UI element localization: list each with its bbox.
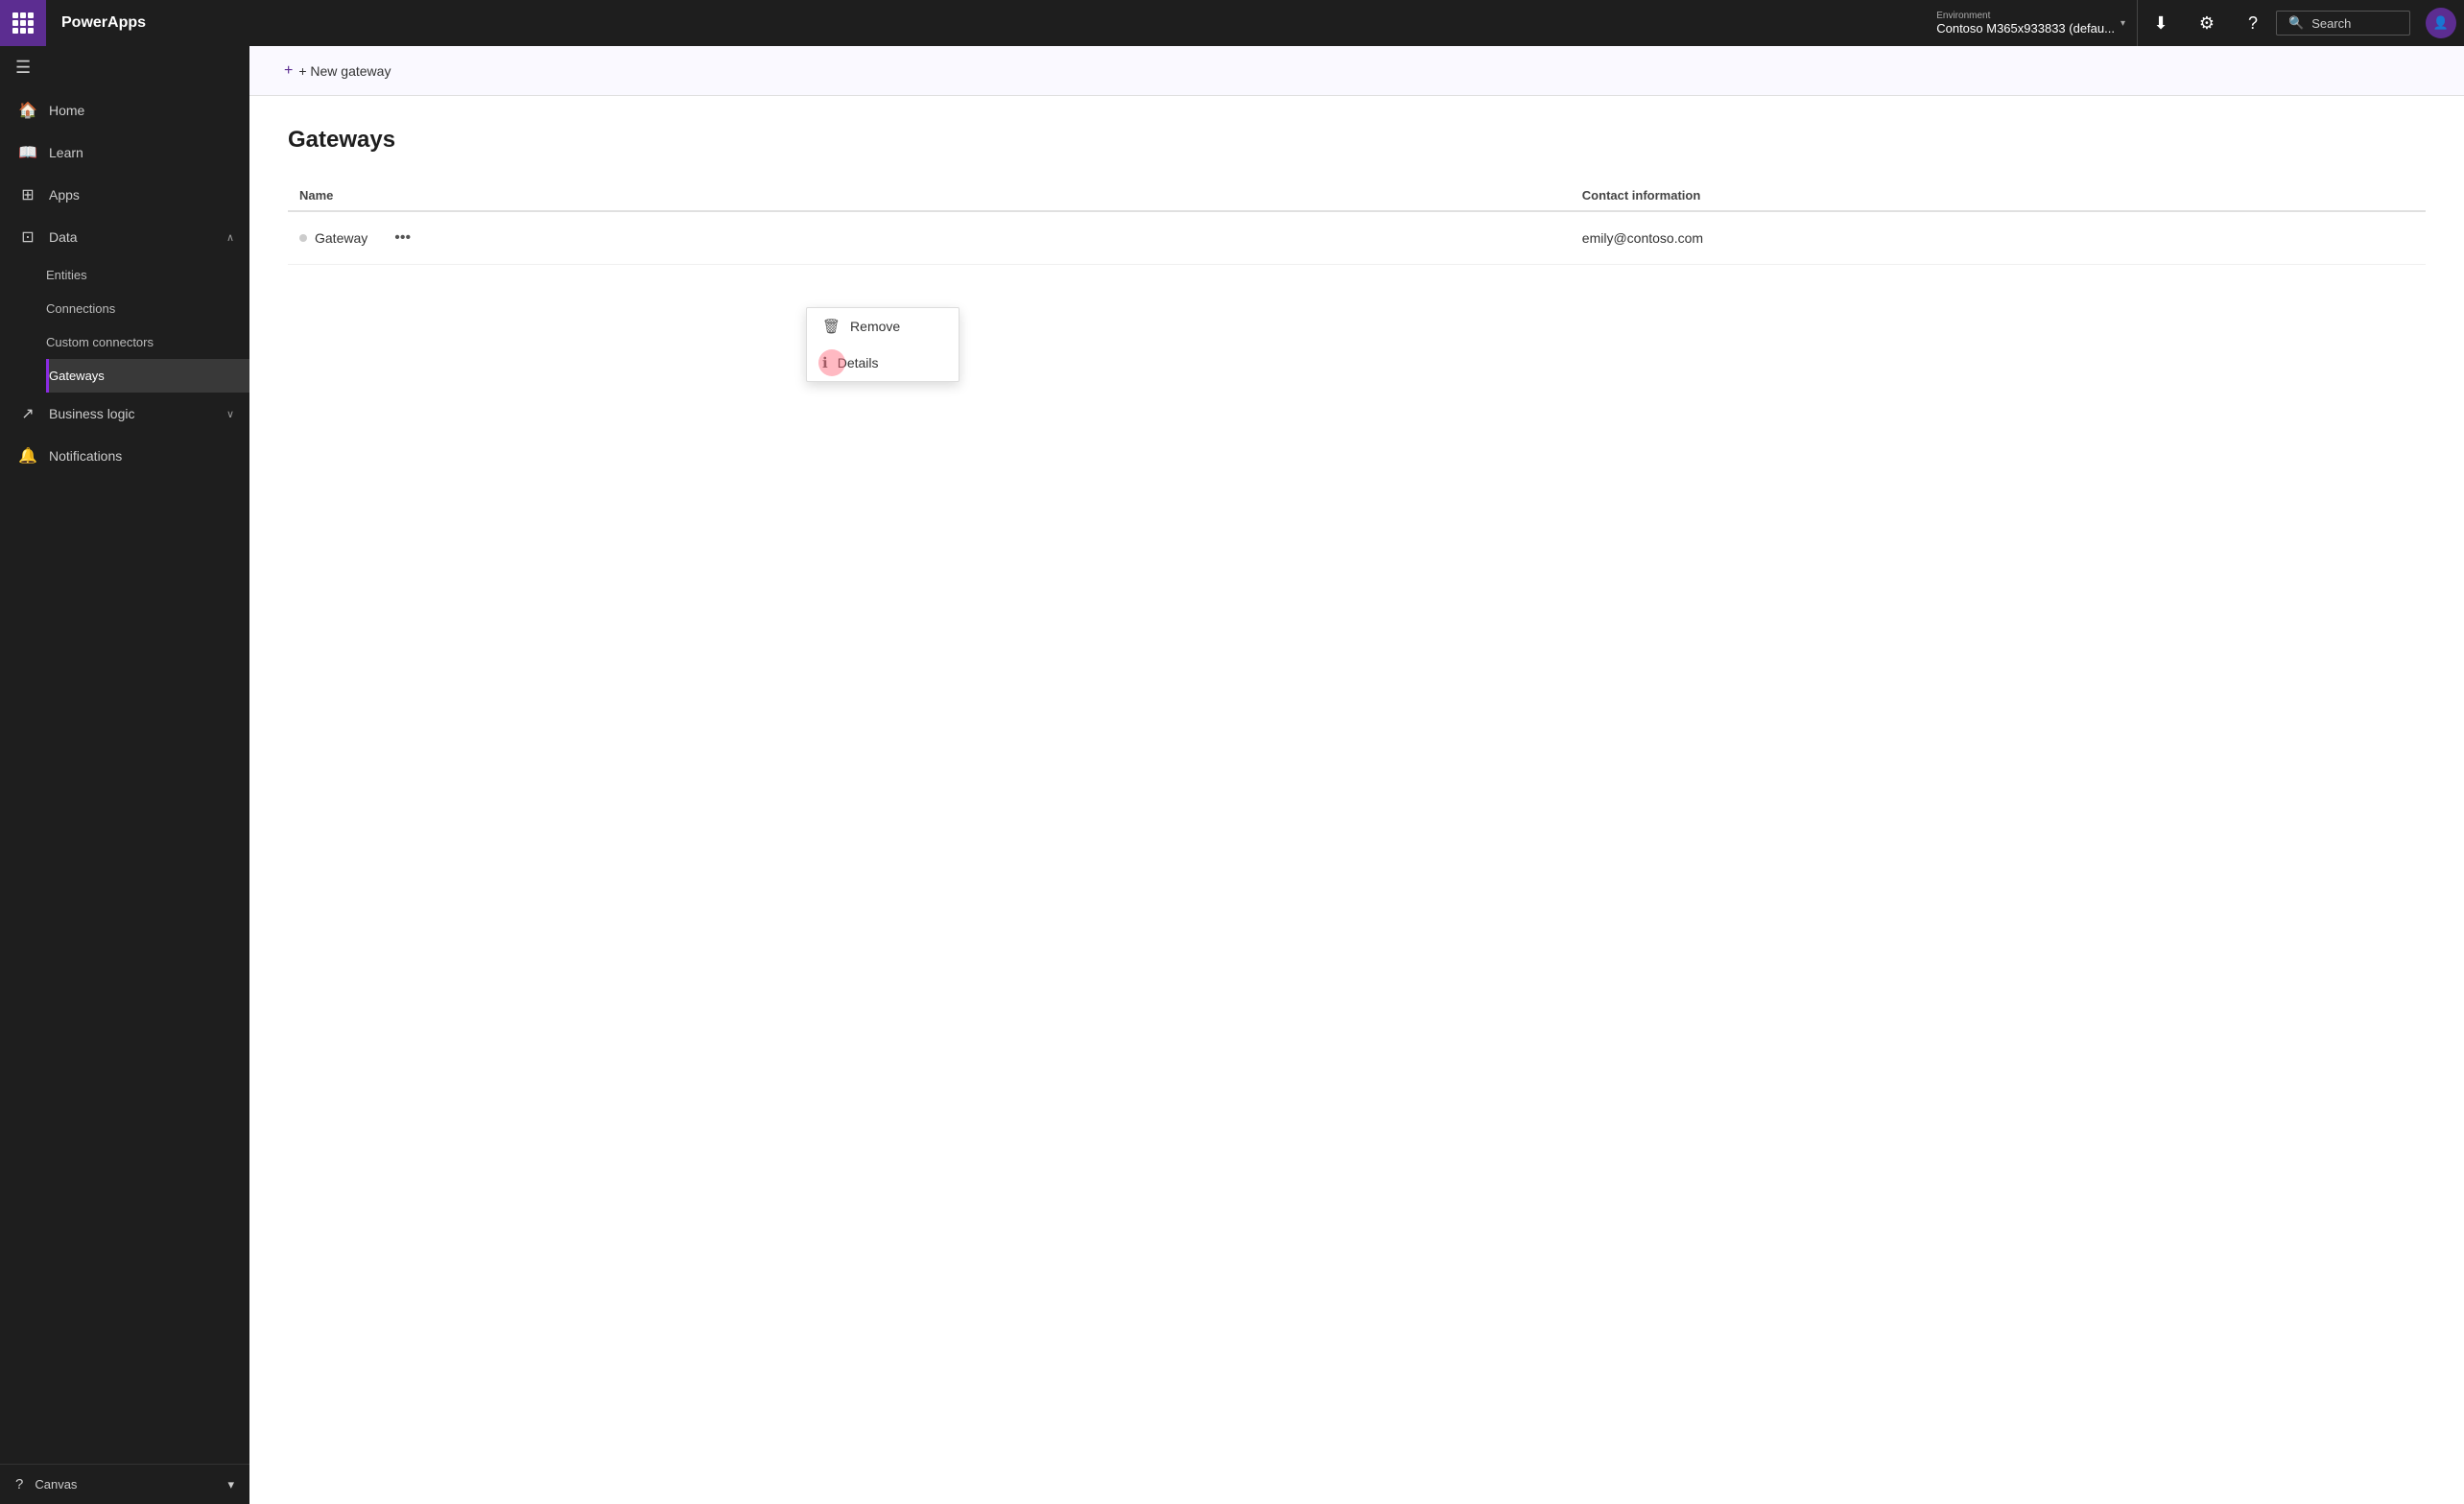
sidebar-data-submenu: Entities Connections Custom connectors G… (0, 258, 249, 393)
download-button[interactable]: ⬇ (2138, 0, 2184, 46)
sidebar-footer: ? Canvas ▾ (0, 1464, 249, 1504)
context-menu-remove[interactable]: 🗑 Remove (807, 308, 959, 345)
sidebar-item-apps-label: Apps (49, 187, 234, 203)
waffle-menu[interactable] (0, 0, 46, 46)
page-title: Gateways (288, 127, 2426, 154)
gateway-row-name: Gateway ••• (299, 226, 1559, 251)
page-body: Gateways Name Contact information Gatewa… (249, 96, 2464, 1504)
help-icon: ? (2248, 13, 2258, 34)
sidebar-sub-connections[interactable]: Connections (46, 292, 249, 325)
business-logic-chevron-icon: ∨ (226, 408, 234, 420)
search-icon: 🔍 (2288, 15, 2304, 31)
gateway-status-dot (299, 234, 307, 242)
environment-selector[interactable]: Environment Contoso M365x933833 (defau..… (1925, 0, 2138, 46)
sidebar-item-apps[interactable]: ⊞ Apps (0, 174, 249, 216)
avatar[interactable]: 👤 (2426, 8, 2456, 38)
sidebar: ☰ 🏠 Home 📖 Learn ⊞ Apps ⊡ Data ∧ Entitie… (0, 46, 249, 1504)
business-logic-icon: ↗ (18, 404, 37, 423)
topbar: PowerApps Environment Contoso M365x93383… (0, 0, 2464, 46)
help-circle-icon: ? (15, 1476, 23, 1492)
environment-name: Contoso M365x933833 (defau... (1936, 21, 2115, 36)
learn-icon: 📖 (18, 143, 37, 162)
sidebar-item-data[interactable]: ⊡ Data ∧ (0, 216, 249, 258)
topbar-actions: ⬇ ⚙ ? 🔍 Search 👤 (2138, 0, 2464, 46)
avatar-initials: 👤 (2433, 15, 2449, 31)
data-chevron-icon: ∧ (226, 231, 234, 244)
sidebar-item-data-label: Data (49, 229, 215, 245)
context-menu-remove-label: Remove (850, 319, 900, 334)
app-body: ☰ 🏠 Home 📖 Learn ⊞ Apps ⊡ Data ∧ Entitie… (0, 46, 2464, 1504)
apps-icon: ⊞ (18, 185, 37, 204)
search-label: Search (2311, 16, 2351, 31)
settings-button[interactable]: ⚙ (2184, 0, 2230, 46)
context-menu-details-label: Details (838, 355, 879, 370)
sidebar-item-home[interactable]: 🏠 Home (0, 89, 249, 131)
waffle-icon (12, 12, 34, 34)
settings-icon: ⚙ (2199, 13, 2215, 34)
gateways-table: Name Contact information Gateway ••• (288, 180, 2426, 265)
environment-chevron-icon: ▾ (2120, 18, 2125, 29)
new-gateway-label: + New gateway (298, 63, 391, 79)
search-box[interactable]: 🔍 Search (2276, 11, 2410, 36)
col-name-header: Name (288, 180, 1571, 211)
new-gateway-button[interactable]: + + New gateway (272, 57, 402, 85)
remove-icon: 🗑 (822, 318, 841, 335)
sidebar-sub-custom-connectors[interactable]: Custom connectors (46, 325, 249, 359)
sidebar-sub-gateways[interactable]: Gateways (46, 359, 249, 393)
table-row: Gateway ••• emily@contoso.com (288, 211, 2426, 265)
footer-canvas-label: Canvas (35, 1477, 77, 1492)
gateway-contact-cell: emily@contoso.com (1571, 211, 2426, 265)
main-content: + + New gateway Gateways Name Contact in… (249, 46, 2464, 1504)
sidebar-sub-entities[interactable]: Entities (46, 258, 249, 292)
sidebar-collapse-button[interactable]: ☰ (0, 46, 249, 89)
notifications-icon: 🔔 (18, 446, 37, 466)
gateway-name-cell: Gateway ••• (288, 211, 1571, 265)
sidebar-item-business-logic-label: Business logic (49, 406, 215, 421)
sidebar-item-learn-label: Learn (49, 145, 234, 160)
gateway-name-text: Gateway (315, 230, 367, 246)
environment-label: Environment (1936, 11, 2115, 21)
footer-chevron-icon: ▾ (227, 1477, 234, 1492)
sidebar-item-notifications[interactable]: 🔔 Notifications (0, 435, 249, 477)
sidebar-item-business-logic[interactable]: ↗ Business logic ∨ (0, 393, 249, 435)
details-icon: ℹ (822, 354, 828, 371)
download-icon: ⬇ (2153, 13, 2168, 34)
plus-icon: + (284, 62, 293, 80)
gateway-more-button[interactable]: ••• (387, 226, 418, 251)
col-contact-header: Contact information (1571, 180, 2426, 211)
help-button[interactable]: ? (2230, 0, 2276, 46)
sidebar-item-learn[interactable]: 📖 Learn (0, 131, 249, 174)
sidebar-footer-canvas[interactable]: ? Canvas ▾ (0, 1465, 249, 1504)
toolbar: + + New gateway (249, 46, 2464, 96)
app-brand: PowerApps (46, 14, 161, 32)
context-menu: 🗑 Remove ℹ Details (806, 307, 960, 382)
context-menu-details[interactable]: ℹ Details (807, 345, 959, 381)
home-icon: 🏠 (18, 101, 37, 120)
data-icon: ⊡ (18, 227, 37, 247)
sidebar-item-notifications-label: Notifications (49, 448, 234, 464)
sidebar-item-home-label: Home (49, 103, 234, 118)
